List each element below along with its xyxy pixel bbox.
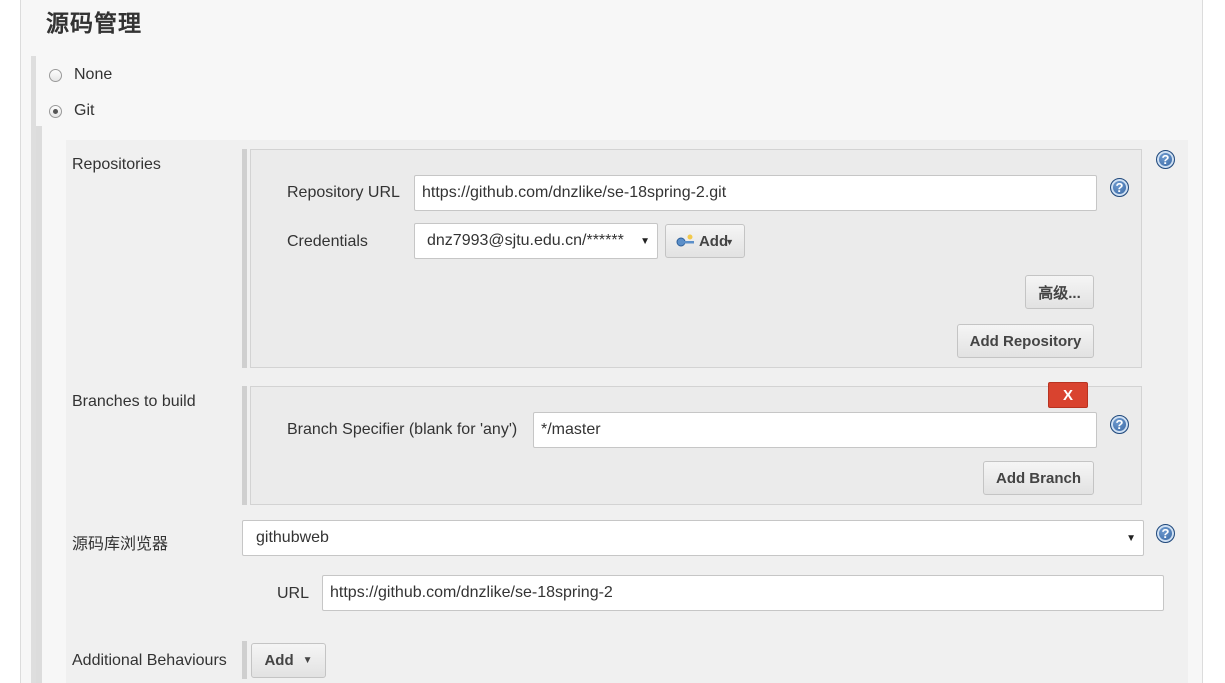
chevron-down-icon: ▼ xyxy=(640,235,650,247)
radio-none-label: None xyxy=(74,66,113,83)
caret-down-icon: ▼ xyxy=(302,655,313,666)
add-credentials-label: Add xyxy=(698,232,729,250)
caret-down-icon: ▼ xyxy=(725,237,735,247)
browser-url-input[interactable] xyxy=(322,575,1164,611)
section-title: 源码管理 xyxy=(46,11,142,37)
add-repository-button[interactable]: Add Repository xyxy=(957,324,1094,358)
repository-browser-select[interactable]: githubweb ▼ xyxy=(242,520,1144,556)
radio-option-git[interactable]: Git xyxy=(49,102,94,120)
repositories-bar xyxy=(242,149,247,368)
branch-specifier-label: Branch Specifier (blank for 'any') xyxy=(287,421,518,438)
git-indent-bar xyxy=(36,126,42,683)
key-icon xyxy=(676,234,694,247)
repository-url-input[interactable] xyxy=(414,175,1097,211)
help-icon-repository-url[interactable]: ? xyxy=(1110,178,1129,197)
branches-bar xyxy=(242,386,247,505)
add-behaviour-button[interactable]: Add ▼ xyxy=(251,643,326,678)
browser-url-label: URL xyxy=(277,585,310,602)
add-branch-button[interactable]: Add Branch xyxy=(983,461,1094,495)
repository-browser-value: githubweb xyxy=(256,529,329,546)
help-icon-repositories[interactable]: ? xyxy=(1156,150,1175,169)
radio-git-label: Git xyxy=(74,102,95,119)
credentials-label: Credentials xyxy=(287,233,368,250)
help-icon-repository-browser[interactable]: ? xyxy=(1156,524,1175,543)
help-icon-branch-specifier[interactable]: ? xyxy=(1110,415,1129,434)
chevron-down-icon: ▼ xyxy=(1126,532,1136,544)
credentials-value: dnz7993@sjtu.edu.cn/****** xyxy=(427,232,624,249)
advanced-button[interactable]: 高级... xyxy=(1025,275,1094,309)
credentials-select[interactable]: dnz7993@sjtu.edu.cn/****** ▼ xyxy=(414,223,658,259)
radio-git[interactable] xyxy=(49,104,62,118)
add-credentials-button[interactable]: Add ▼ xyxy=(665,224,745,258)
repository-url-label: Repository URL xyxy=(287,184,400,201)
delete-branch-button[interactable]: X xyxy=(1048,382,1088,408)
repository-browser-label: 源码库浏览器 xyxy=(72,536,169,553)
branches-label: Branches to build xyxy=(72,393,196,410)
behaviours-bar xyxy=(242,641,247,679)
branch-specifier-input[interactable] xyxy=(533,412,1097,448)
radio-option-none[interactable]: None xyxy=(49,66,112,84)
additional-behaviours-label: Additional Behaviours xyxy=(72,652,227,669)
repositories-label: Repositories xyxy=(72,156,161,173)
radio-none[interactable] xyxy=(49,68,62,82)
